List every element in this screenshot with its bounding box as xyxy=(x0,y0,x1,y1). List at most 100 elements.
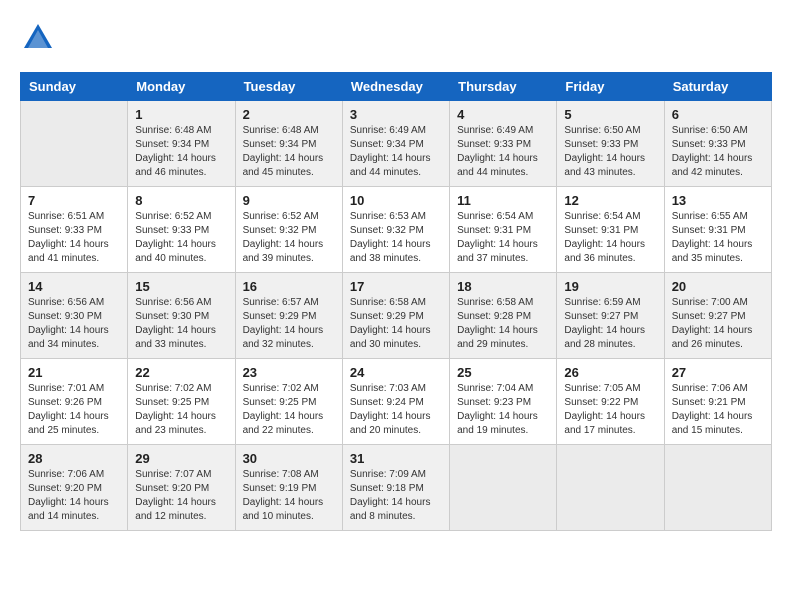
day-number: 18 xyxy=(457,279,549,294)
day-of-week-header: Thursday xyxy=(450,73,557,101)
day-number: 23 xyxy=(243,365,335,380)
calendar-cell: 21 Sunrise: 7:01 AM Sunset: 9:26 PM Dayli… xyxy=(21,359,128,445)
calendar-cell xyxy=(450,445,557,531)
calendar-week-row: 14 Sunrise: 6:56 AM Sunset: 9:30 PM Dayli… xyxy=(21,273,772,359)
day-info: Sunrise: 7:09 AM Sunset: 9:18 PM Dayligh… xyxy=(350,468,442,524)
day-info: Sunrise: 6:55 AM Sunset: 9:31 PM Dayligh… xyxy=(672,210,764,266)
calendar-cell: 24 Sunrise: 7:03 AM Sunset: 9:24 PM Dayli… xyxy=(342,359,449,445)
calendar-cell: 16 Sunrise: 6:57 AM Sunset: 9:29 PM Dayli… xyxy=(235,273,342,359)
calendar-cell: 20 Sunrise: 7:00 AM Sunset: 9:27 PM Dayli… xyxy=(664,273,771,359)
day-number: 3 xyxy=(350,107,442,122)
calendar-cell: 26 Sunrise: 7:05 AM Sunset: 9:22 PM Dayli… xyxy=(557,359,664,445)
day-number: 21 xyxy=(28,365,120,380)
day-number: 25 xyxy=(457,365,549,380)
calendar-cell: 30 Sunrise: 7:08 AM Sunset: 9:19 PM Dayli… xyxy=(235,445,342,531)
day-info: Sunrise: 6:54 AM Sunset: 9:31 PM Dayligh… xyxy=(564,210,656,266)
day-of-week-header: Saturday xyxy=(664,73,771,101)
day-info: Sunrise: 7:01 AM Sunset: 9:26 PM Dayligh… xyxy=(28,382,120,438)
calendar-cell: 25 Sunrise: 7:04 AM Sunset: 9:23 PM Dayli… xyxy=(450,359,557,445)
day-number: 4 xyxy=(457,107,549,122)
calendar-week-row: 21 Sunrise: 7:01 AM Sunset: 9:26 PM Dayli… xyxy=(21,359,772,445)
calendar-cell: 27 Sunrise: 7:06 AM Sunset: 9:21 PM Dayli… xyxy=(664,359,771,445)
day-info: Sunrise: 6:50 AM Sunset: 9:33 PM Dayligh… xyxy=(564,124,656,180)
day-number: 8 xyxy=(135,193,227,208)
calendar-cell: 2 Sunrise: 6:48 AM Sunset: 9:34 PM Daylig… xyxy=(235,101,342,187)
day-number: 14 xyxy=(28,279,120,294)
calendar-cell: 6Sunrise: 6:50 AM Sunset: 9:33 PM Daylig… xyxy=(664,101,771,187)
day-number: 2 xyxy=(243,107,335,122)
day-info: Sunrise: 6:52 AM Sunset: 9:33 PM Dayligh… xyxy=(135,210,227,266)
day-info: Sunrise: 6:48 AM Sunset: 9:34 PM Dayligh… xyxy=(243,124,335,180)
day-number: 31 xyxy=(350,451,442,466)
day-number: 16 xyxy=(243,279,335,294)
calendar-cell: 18 Sunrise: 6:58 AM Sunset: 9:28 PM Dayli… xyxy=(450,273,557,359)
calendar-week-row: 28 Sunrise: 7:06 AM Sunset: 9:20 PM Dayli… xyxy=(21,445,772,531)
day-info: Sunrise: 6:58 AM Sunset: 9:29 PM Dayligh… xyxy=(350,296,442,352)
day-number: 19 xyxy=(564,279,656,294)
day-info: Sunrise: 6:56 AM Sunset: 9:30 PM Dayligh… xyxy=(28,296,120,352)
day-number: 15 xyxy=(135,279,227,294)
logo xyxy=(20,20,60,56)
day-info: Sunrise: 6:56 AM Sunset: 9:30 PM Dayligh… xyxy=(135,296,227,352)
calendar-cell: 19 Sunrise: 6:59 AM Sunset: 9:27 PM Dayli… xyxy=(557,273,664,359)
day-info: Sunrise: 6:54 AM Sunset: 9:31 PM Dayligh… xyxy=(457,210,549,266)
calendar-cell: 1Sunrise: 6:48 AM Sunset: 9:34 PM Daylig… xyxy=(128,101,235,187)
calendar-header-row: SundayMondayTuesdayWednesdayThursdayFrid… xyxy=(21,73,772,101)
calendar-cell: 13 Sunrise: 6:55 AM Sunset: 9:31 PM Dayli… xyxy=(664,187,771,273)
calendar-cell: 3 Sunrise: 6:49 AM Sunset: 9:34 PM Daylig… xyxy=(342,101,449,187)
day-info: Sunrise: 7:03 AM Sunset: 9:24 PM Dayligh… xyxy=(350,382,442,438)
day-number: 22 xyxy=(135,365,227,380)
calendar-cell: 29 Sunrise: 7:07 AM Sunset: 9:20 PM Dayli… xyxy=(128,445,235,531)
day-info: Sunrise: 7:00 AM Sunset: 9:27 PM Dayligh… xyxy=(672,296,764,352)
day-info: Sunrise: 6:52 AM Sunset: 9:32 PM Dayligh… xyxy=(243,210,335,266)
day-number: 9 xyxy=(243,193,335,208)
calendar-week-row: 1Sunrise: 6:48 AM Sunset: 9:34 PM Daylig… xyxy=(21,101,772,187)
page-header xyxy=(20,20,772,56)
day-number: 30 xyxy=(243,451,335,466)
day-info: Sunrise: 7:06 AM Sunset: 9:21 PM Dayligh… xyxy=(672,382,764,438)
calendar-cell: 9 Sunrise: 6:52 AM Sunset: 9:32 PM Daylig… xyxy=(235,187,342,273)
day-number: 28 xyxy=(28,451,120,466)
day-info: Sunrise: 7:05 AM Sunset: 9:22 PM Dayligh… xyxy=(564,382,656,438)
day-info: Sunrise: 6:59 AM Sunset: 9:27 PM Dayligh… xyxy=(564,296,656,352)
day-of-week-header: Tuesday xyxy=(235,73,342,101)
calendar-cell: 17Sunrise: 6:58 AM Sunset: 9:29 PM Dayli… xyxy=(342,273,449,359)
day-info: Sunrise: 7:04 AM Sunset: 9:23 PM Dayligh… xyxy=(457,382,549,438)
day-info: Sunrise: 6:50 AM Sunset: 9:33 PM Dayligh… xyxy=(672,124,764,180)
day-number: 27 xyxy=(672,365,764,380)
calendar-week-row: 7Sunrise: 6:51 AM Sunset: 9:33 PM Daylig… xyxy=(21,187,772,273)
calendar-cell: 14 Sunrise: 6:56 AM Sunset: 9:30 PM Dayli… xyxy=(21,273,128,359)
calendar-cell xyxy=(664,445,771,531)
day-info: Sunrise: 7:07 AM Sunset: 9:20 PM Dayligh… xyxy=(135,468,227,524)
calendar-cell: 15 Sunrise: 6:56 AM Sunset: 9:30 PM Dayli… xyxy=(128,273,235,359)
day-number: 24 xyxy=(350,365,442,380)
day-number: 12 xyxy=(564,193,656,208)
calendar-cell: 23Sunrise: 7:02 AM Sunset: 9:25 PM Dayli… xyxy=(235,359,342,445)
day-info: Sunrise: 6:57 AM Sunset: 9:29 PM Dayligh… xyxy=(243,296,335,352)
calendar-cell xyxy=(21,101,128,187)
day-number: 13 xyxy=(672,193,764,208)
calendar-cell xyxy=(557,445,664,531)
calendar-cell: 7Sunrise: 6:51 AM Sunset: 9:33 PM Daylig… xyxy=(21,187,128,273)
calendar-cell: 11 Sunrise: 6:54 AM Sunset: 9:31 PM Dayli… xyxy=(450,187,557,273)
calendar-table: SundayMondayTuesdayWednesdayThursdayFrid… xyxy=(20,72,772,531)
day-number: 5 xyxy=(564,107,656,122)
calendar-cell: 31 Sunrise: 7:09 AM Sunset: 9:18 PM Dayli… xyxy=(342,445,449,531)
day-info: Sunrise: 7:08 AM Sunset: 9:19 PM Dayligh… xyxy=(243,468,335,524)
day-number: 26 xyxy=(564,365,656,380)
day-number: 20 xyxy=(672,279,764,294)
calendar-cell: 10Sunrise: 6:53 AM Sunset: 9:32 PM Dayli… xyxy=(342,187,449,273)
day-info: Sunrise: 7:02 AM Sunset: 9:25 PM Dayligh… xyxy=(135,382,227,438)
calendar-cell: 8 Sunrise: 6:52 AM Sunset: 9:33 PM Daylig… xyxy=(128,187,235,273)
day-number: 11 xyxy=(457,193,549,208)
calendar-cell: 12 Sunrise: 6:54 AM Sunset: 9:31 PM Dayli… xyxy=(557,187,664,273)
day-of-week-header: Sunday xyxy=(21,73,128,101)
day-info: Sunrise: 6:51 AM Sunset: 9:33 PM Dayligh… xyxy=(28,210,120,266)
day-info: Sunrise: 6:58 AM Sunset: 9:28 PM Dayligh… xyxy=(457,296,549,352)
day-info: Sunrise: 6:49 AM Sunset: 9:34 PM Dayligh… xyxy=(350,124,442,180)
day-number: 29 xyxy=(135,451,227,466)
day-info: Sunrise: 7:06 AM Sunset: 9:20 PM Dayligh… xyxy=(28,468,120,524)
day-info: Sunrise: 6:48 AM Sunset: 9:34 PM Dayligh… xyxy=(135,124,227,180)
calendar-cell: 4Sunrise: 6:49 AM Sunset: 9:33 PM Daylig… xyxy=(450,101,557,187)
logo-icon xyxy=(20,20,56,56)
